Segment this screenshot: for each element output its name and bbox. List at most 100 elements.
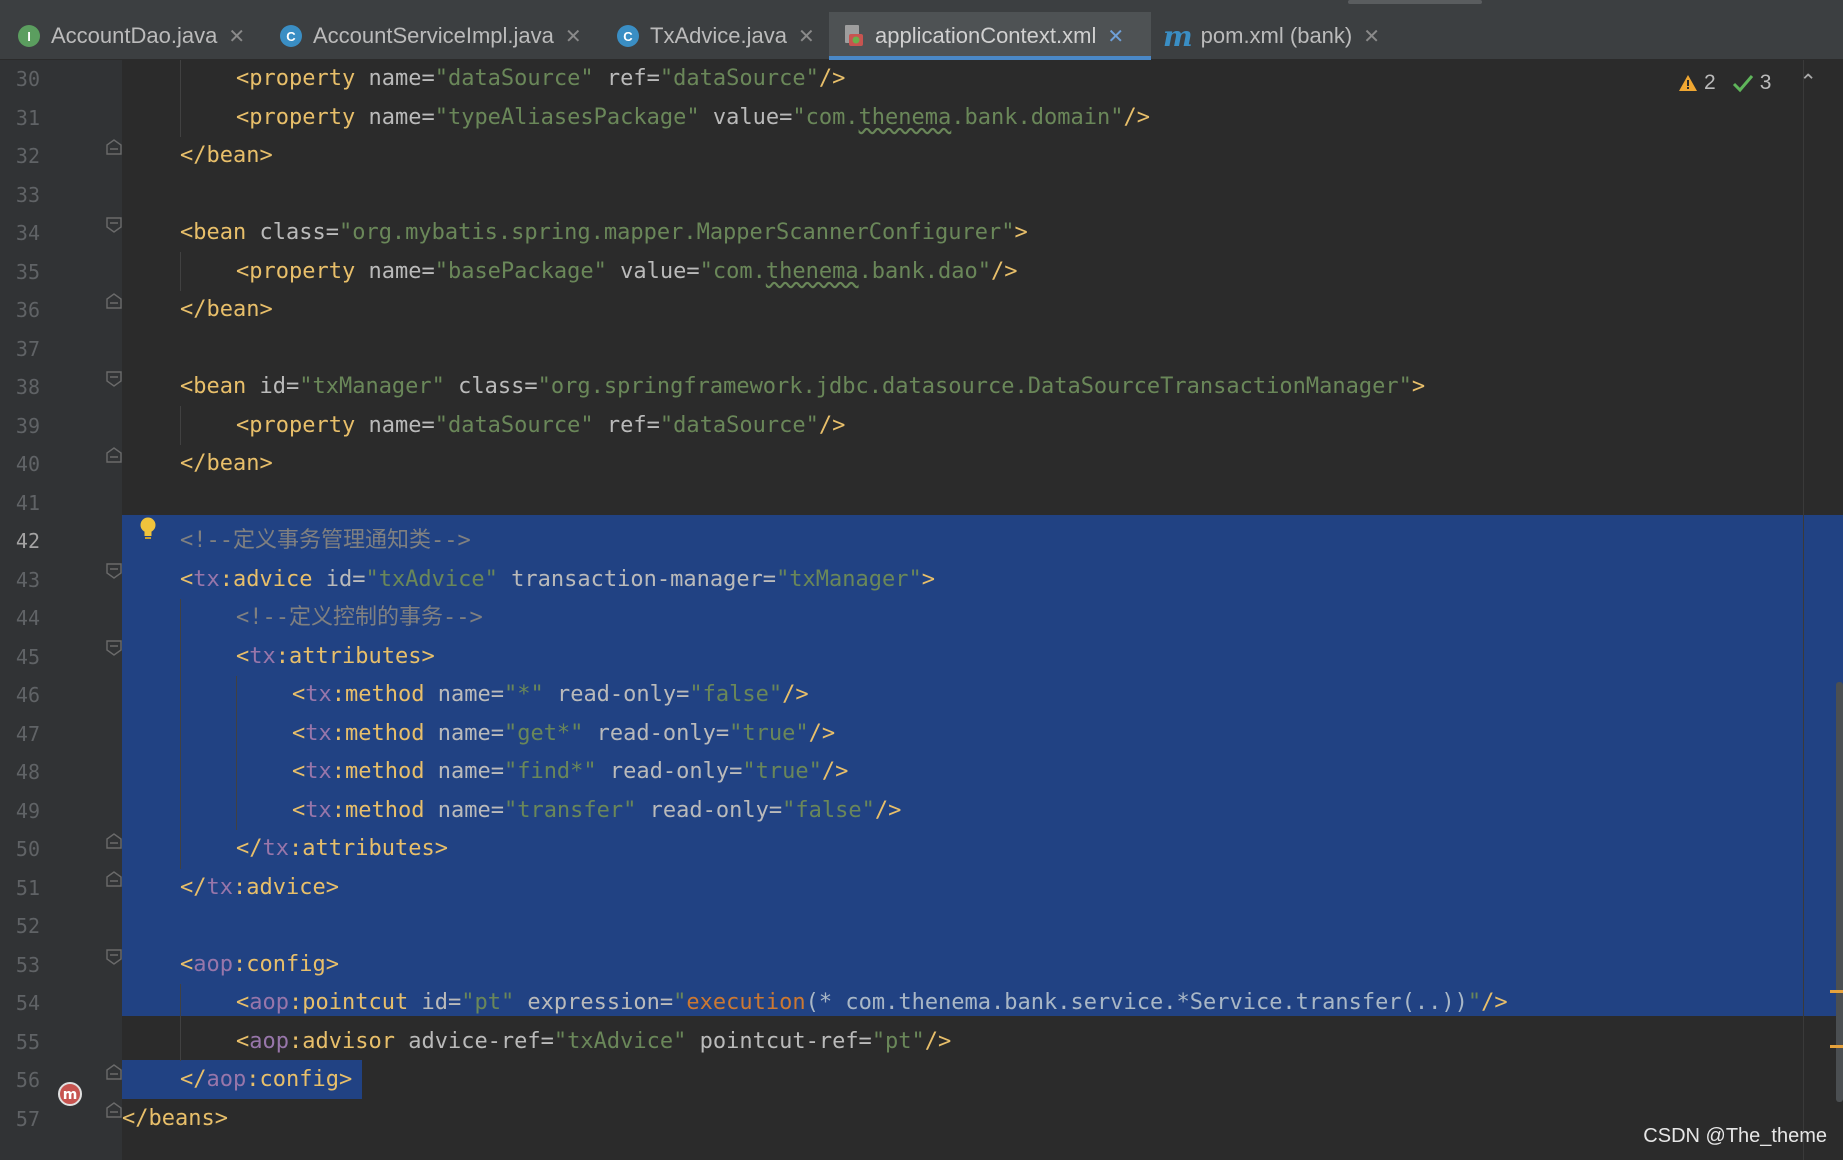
vertical-scrollbar[interactable] — [1836, 682, 1843, 1102]
close-icon[interactable]: ✕ — [565, 24, 582, 49]
tab-label: AccountDao.java — [51, 23, 218, 48]
right-margin-guide — [1803, 60, 1804, 1160]
line-number: 30 — [15, 67, 40, 91]
code-line-39: <property name="dataSource" ref="dataSou… — [236, 412, 846, 438]
indent-guide — [180, 60, 181, 137]
close-icon[interactable]: ✕ — [798, 24, 815, 49]
interface-icon: I — [18, 25, 40, 47]
line-number: 39 — [15, 413, 40, 438]
code-line-49: <tx:method name="transfer" read-only="fa… — [292, 797, 902, 823]
close-icon[interactable]: ✕ — [1107, 24, 1124, 49]
line-number: 34 — [15, 221, 40, 245]
line-number: 43 — [15, 567, 40, 592]
line-number: 40 — [15, 452, 40, 476]
tab-label: TxAdvice.java — [650, 23, 787, 48]
code-line-40: </bean> — [180, 451, 273, 476]
code-editor[interactable]: 30 31 32 33 34 35 36 37 38 39 40 41 42 4… — [0, 60, 1843, 1160]
line-number: 50 — [15, 837, 40, 861]
line-number: 48 — [15, 760, 40, 784]
watermark: CSDN @The_theme — [1643, 1125, 1827, 1147]
line-number: 56 — [15, 1068, 40, 1092]
line-number: 36 — [15, 298, 40, 322]
code-line-44: <!--定义控制的事务--> — [236, 605, 483, 630]
toolbar-handle — [1348, 0, 1482, 4]
error-stripe-mark[interactable] — [1830, 990, 1843, 993]
line-number: 49 — [15, 798, 40, 823]
tab-accountdao[interactable]: I AccountDao.java ✕ — [18, 12, 245, 60]
class-icon: C — [617, 25, 639, 47]
fold-end-icon[interactable] — [106, 1102, 122, 1118]
chevron-up-icon[interactable]: ⌃ — [1799, 70, 1817, 95]
warning-icon — [1679, 74, 1697, 91]
line-number: 31 — [15, 105, 40, 130]
code-line-32: </bean> — [180, 143, 273, 168]
code-line-51: </tx:advice> — [180, 874, 339, 900]
chevron-down-icon[interactable]: ⌄ — [1839, 70, 1843, 95]
check-count: 3 — [1759, 70, 1772, 94]
line-number: 33 — [15, 182, 40, 207]
indent-guide — [180, 599, 181, 869]
svg-text:m: m — [63, 1087, 78, 1103]
line-number: 52 — [15, 914, 40, 938]
aop-navigate-icon[interactable]: m — [56, 1080, 84, 1108]
fold-start-icon[interactable] — [106, 217, 122, 233]
line-number: 37 — [15, 336, 40, 361]
fold-start-icon[interactable] — [106, 949, 122, 965]
line-number: 35 — [15, 259, 40, 284]
indent-guide — [180, 406, 181, 445]
fold-start-icon[interactable] — [106, 640, 122, 656]
line-number: 55 — [15, 1029, 40, 1054]
line-gutter: 30 31 32 33 34 35 36 37 38 39 40 41 42 4… — [0, 60, 122, 1160]
code-line-38: <bean id="txManager" class="org.springfr… — [180, 374, 1426, 399]
editor-tab-bar: I AccountDao.java ✕ C AccountServiceImpl… — [0, 0, 1843, 60]
maven-icon: m — [1163, 19, 1193, 53]
fold-end-icon[interactable] — [106, 1064, 122, 1080]
line-number: 53 — [15, 952, 40, 977]
indent-guide — [236, 676, 237, 830]
fold-end-icon[interactable] — [106, 293, 122, 309]
class-icon: C — [280, 25, 302, 47]
code-line-36: </bean> — [180, 297, 273, 322]
warning-count: 2 — [1704, 70, 1716, 94]
tab-txadvice[interactable]: C TxAdvice.java ✕ — [617, 12, 815, 60]
tab-label: AccountServiceImpl.java — [313, 23, 554, 48]
tab-label: applicationContext.xml — [875, 23, 1097, 48]
line-number: 47 — [15, 721, 40, 746]
fold-start-icon[interactable] — [106, 371, 122, 387]
line-number: 51 — [15, 875, 40, 900]
code-line-57: </beans> — [122, 1105, 228, 1131]
code-line-50: </tx:attributes> — [236, 836, 448, 861]
tab-accountserviceimpl[interactable]: C AccountServiceImpl.java ✕ — [280, 12, 582, 60]
line-number: 45 — [15, 644, 40, 669]
code-line-55: <aop:advisor advice-ref="txAdvice" point… — [236, 1028, 952, 1054]
tab-pom[interactable]: m pom.xml (bank) ✕ — [1163, 12, 1380, 60]
tab-applicationcontext[interactable]: applicationContext.xml ✕ — [829, 12, 1151, 60]
intention-bulb-icon[interactable] — [137, 516, 159, 542]
line-number: 44 — [15, 606, 40, 630]
code-line-56: </aop:config> — [180, 1067, 353, 1092]
fold-end-icon[interactable] — [106, 871, 122, 887]
line-number: 38 — [15, 375, 40, 399]
code-line-47: <tx:method name="get*" read-only="true"/… — [292, 720, 836, 746]
fold-end-icon[interactable] — [106, 139, 122, 155]
close-icon[interactable]: ✕ — [228, 24, 245, 49]
line-number: 57 — [15, 1106, 40, 1131]
code-line-31: <property name="typeAliasesPackage" valu… — [236, 104, 1150, 130]
code-line-45: <tx:attributes> — [236, 643, 435, 669]
code-line-46: <tx:method name="*" read-only="false"/> — [292, 682, 809, 707]
close-icon[interactable]: ✕ — [1363, 24, 1380, 49]
code-line-43: <tx:advice id="txAdvice" transaction-man… — [180, 566, 936, 592]
fold-start-icon[interactable] — [106, 563, 122, 579]
inspection-widget[interactable]: 2 3 ⌃ ⌄ — [1678, 70, 1843, 95]
code-line-48: <tx:method name="find*" read-only="true"… — [292, 759, 849, 784]
code-line-42: <!--定义事务管理通知类--> — [180, 528, 471, 553]
code-line-34: <bean class="org.mybatis.spring.mapper.M… — [180, 220, 1028, 245]
fold-end-icon[interactable] — [106, 447, 122, 463]
fold-end-icon[interactable] — [106, 833, 122, 849]
check-icon — [1732, 74, 1753, 92]
tab-label: pom.xml (bank) — [1200, 23, 1353, 48]
line-number: 41 — [15, 490, 40, 515]
indent-guide — [180, 252, 181, 291]
error-stripe-mark[interactable] — [1830, 1045, 1843, 1048]
line-number: 32 — [15, 144, 40, 168]
